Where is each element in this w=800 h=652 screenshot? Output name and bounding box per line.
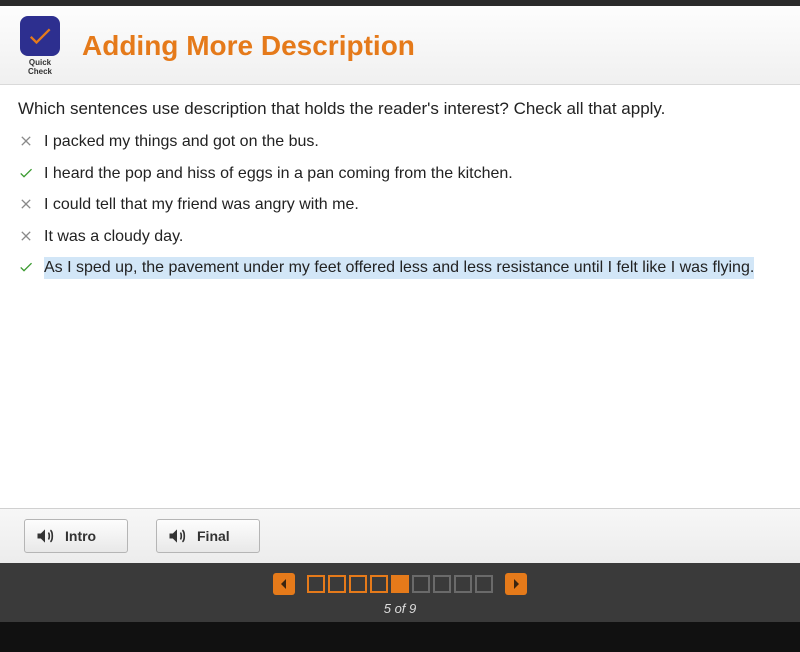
audio-footer: Intro Final — [0, 508, 800, 563]
check-icon — [18, 165, 34, 181]
check-icon — [18, 259, 34, 275]
page-indicator[interactable] — [454, 575, 472, 593]
page-indicator[interactable] — [433, 575, 451, 593]
option-row[interactable]: It was a cloudy day. — [18, 226, 782, 248]
pager: 5 of 9 — [0, 563, 800, 622]
option-row[interactable]: I heard the pop and hiss of eggs in a pa… — [18, 163, 782, 185]
prev-page-button[interactable] — [273, 573, 295, 595]
speaker-icon — [35, 526, 55, 546]
options-list: I packed my things and got on the bus. I … — [18, 131, 782, 279]
page-indicator[interactable] — [370, 575, 388, 593]
intro-audio-label: Intro — [65, 528, 96, 544]
header: Quick Check Adding More Description — [0, 6, 800, 85]
final-audio-button[interactable]: Final — [156, 519, 260, 553]
page-indicator[interactable] — [307, 575, 325, 593]
option-text: I could tell that my friend was angry wi… — [44, 194, 359, 216]
option-text: It was a cloudy day. — [44, 226, 183, 248]
option-text: As I sped up, the pavement under my feet… — [44, 257, 754, 279]
page-counter: 5 of 9 — [384, 601, 417, 616]
cross-icon — [18, 196, 34, 212]
page-title: Adding More Description — [82, 30, 415, 62]
cross-icon — [18, 228, 34, 244]
quick-check-badge: Quick Check — [16, 16, 64, 76]
page-indicator[interactable] — [475, 575, 493, 593]
page-indicator[interactable] — [328, 575, 346, 593]
page-indicator[interactable] — [391, 575, 409, 593]
page-indicator[interactable] — [349, 575, 367, 593]
option-row[interactable]: As I sped up, the pavement under my feet… — [18, 257, 782, 279]
question-block: Which sentences use description that hol… — [0, 85, 800, 508]
final-audio-label: Final — [197, 528, 230, 544]
speaker-icon — [167, 526, 187, 546]
option-row[interactable]: I could tell that my friend was angry wi… — [18, 194, 782, 216]
question-text: Which sentences use description that hol… — [18, 99, 782, 119]
option-text: I heard the pop and hiss of eggs in a pa… — [44, 163, 513, 185]
cross-icon — [18, 133, 34, 149]
page-indicator-row — [307, 575, 493, 593]
option-text: I packed my things and got on the bus. — [44, 131, 319, 153]
option-row[interactable]: I packed my things and got on the bus. — [18, 131, 782, 153]
quick-check-icon — [20, 16, 60, 56]
intro-audio-button[interactable]: Intro — [24, 519, 128, 553]
next-page-button[interactable] — [505, 573, 527, 595]
bottom-bar — [0, 622, 800, 652]
page-indicator[interactable] — [412, 575, 430, 593]
quick-check-label: Quick Check — [16, 58, 64, 76]
